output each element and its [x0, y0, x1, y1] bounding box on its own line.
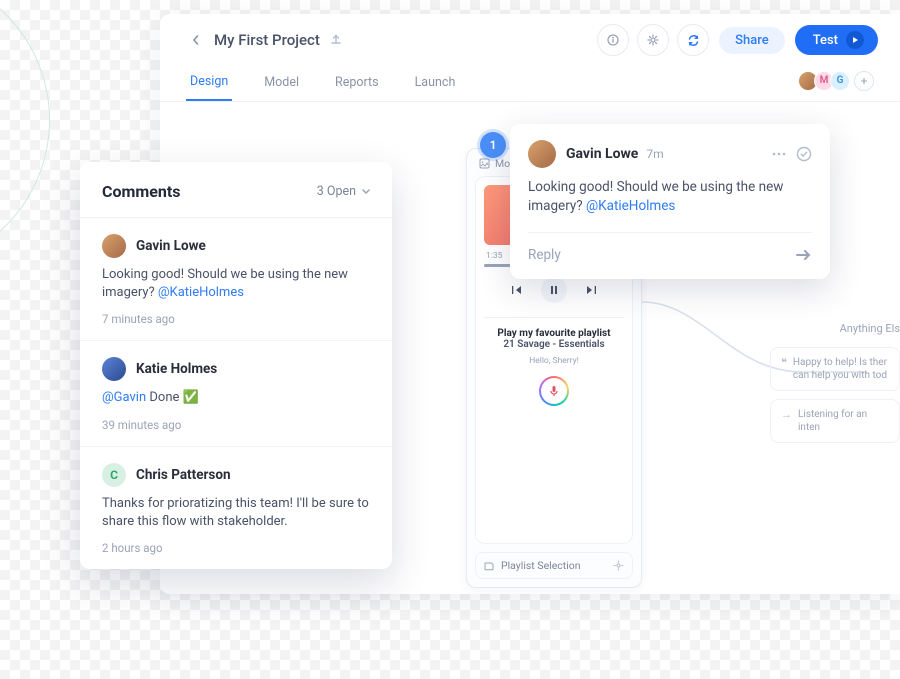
comment-text: Looking good! Should we be using the new… [102, 266, 370, 302]
refresh-button[interactable] [677, 24, 709, 56]
test-button[interactable]: Test [795, 25, 878, 55]
chat-icon: ❝ [781, 356, 787, 370]
avatar-group: M G + [802, 71, 874, 97]
device-footer[interactable]: Playlist Selection [475, 552, 633, 579]
time-start: 1:35 [486, 251, 502, 261]
arrow-icon: → [781, 408, 792, 422]
send-icon[interactable] [796, 249, 812, 261]
mention[interactable]: @KatieHolmes [158, 285, 244, 300]
next-icon[interactable] [585, 285, 597, 295]
play-icon [846, 31, 864, 49]
filter-label: 3 Open [317, 184, 356, 199]
tab-reports[interactable]: Reports [331, 67, 383, 100]
header: My First Project Share Test [160, 14, 900, 60]
avatar [102, 357, 126, 381]
comment-author: Gavin Lowe [566, 146, 638, 162]
mention[interactable]: @KatieHolmes [586, 198, 675, 214]
hint-text: Listening for an inten [798, 408, 889, 434]
hints-title: Anything Els [770, 322, 900, 335]
play-card-subtitle: 21 Savage - Essentials [484, 339, 624, 350]
comment-text: @Gavin Done ✅ [102, 389, 370, 407]
tab-launch[interactable]: Launch [411, 67, 460, 100]
node-number-badge[interactable]: 1 [480, 132, 506, 158]
pause-button[interactable] [541, 277, 567, 303]
comment-text: Thanks for prioratizing this team! I'll … [102, 495, 370, 531]
mention[interactable]: @Gavin [102, 390, 146, 405]
tab-design[interactable]: Design [186, 66, 232, 101]
decorative-circle [0, 0, 50, 270]
avatar [102, 234, 126, 258]
play-card-title: Play my favourite playlist [484, 328, 624, 339]
add-member-button[interactable]: + [854, 71, 874, 91]
upload-icon[interactable] [330, 34, 342, 46]
prev-icon[interactable] [511, 285, 523, 295]
comment-popover: Gavin Lowe 7m Looking good! Should we be… [510, 124, 830, 279]
hint-card[interactable]: → Listening for an inten [770, 399, 900, 443]
comments-panel: Comments 3 Open Gavin Lowe Looking good! … [80, 162, 392, 569]
hint-card[interactable]: ❝ Happy to help! Is ther can help you wi… [770, 347, 900, 391]
comment-time: 39 minutes ago [102, 418, 370, 432]
device-footer-label: Playlist Selection [501, 559, 581, 572]
comment-author: Katie Holmes [136, 361, 217, 377]
mic-button[interactable] [539, 376, 569, 406]
info-button[interactable] [597, 24, 629, 56]
project-title: My First Project [214, 31, 320, 49]
comments-list: Gavin Lowe Looking good! Should we be usi… [80, 217, 392, 569]
play-card: Play my favourite playlist 21 Savage - E… [484, 317, 624, 406]
comment-body: Looking good! Should we be using the new… [528, 178, 812, 216]
test-label: Test [813, 33, 838, 48]
comment-item[interactable]: Gavin Lowe Looking good! Should we be usi… [80, 218, 392, 341]
gear-icon[interactable] [613, 560, 624, 571]
comment-time: 7 minutes ago [102, 312, 370, 326]
comment-author: Chris Patterson [136, 467, 231, 483]
media-controls [484, 277, 624, 303]
avatar[interactable]: G [830, 71, 850, 91]
resolve-icon[interactable] [796, 146, 812, 162]
reply-input[interactable]: Reply [528, 232, 812, 263]
hint-text: Happy to help! Is ther can help you with… [793, 356, 889, 382]
avatar: C [102, 463, 126, 487]
more-icon[interactable] [772, 152, 786, 156]
comment-item[interactable]: C Chris Patterson Thanks for prioratizing … [80, 447, 392, 569]
comment-author: Gavin Lowe [136, 238, 206, 254]
back-button[interactable] [182, 26, 210, 54]
comments-filter[interactable]: 3 Open [317, 184, 370, 199]
comment-item[interactable]: Katie Holmes @Gavin Done ✅ 39 minutes ago [80, 341, 392, 446]
play-card-hello: Hello, Sherry! [484, 356, 624, 366]
avatar [528, 140, 556, 168]
tabs: Design Model Reports Launch M G + [160, 60, 900, 102]
side-hints: Anything Els ❝ Happy to help! Is ther ca… [770, 322, 900, 451]
comment-time: 7m [646, 147, 663, 161]
tab-model[interactable]: Model [260, 67, 303, 100]
reply-placeholder: Reply [528, 247, 561, 263]
comments-title: Comments [102, 182, 180, 201]
comment-time: 2 hours ago [102, 541, 370, 555]
share-button[interactable]: Share [719, 27, 785, 54]
settings-button[interactable] [637, 24, 669, 56]
chevron-down-icon [362, 189, 370, 195]
